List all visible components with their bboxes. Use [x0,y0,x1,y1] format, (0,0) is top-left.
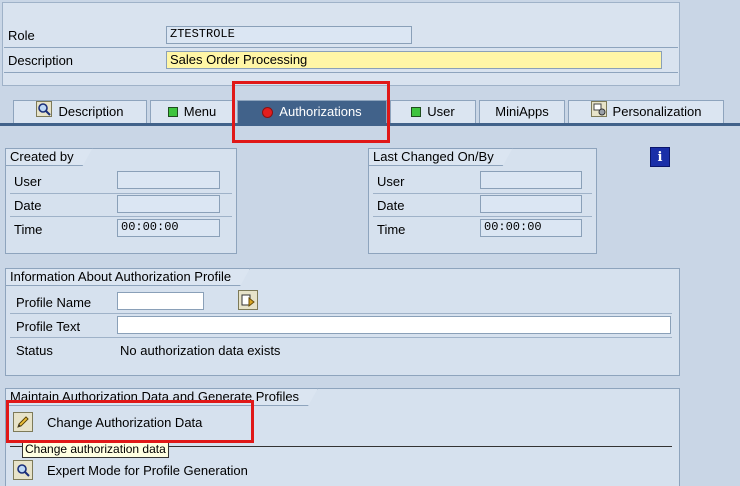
change-authorization-tooltip: Change authorization data [22,441,169,458]
status-label: Status [16,343,53,358]
row-divider [10,337,672,338]
profile-name-icon [241,294,255,308]
created-by-title: Created by [5,148,93,166]
authorizations-highlight-box [232,81,390,143]
created-user-label: User [14,174,42,189]
created-time-field[interactable]: 00:00:00 [117,219,220,237]
created-date-label: Date [14,198,42,213]
tab-miniapps-label: MiniApps [495,104,549,119]
profile-text-field[interactable] [117,316,671,334]
info-icon[interactable]: i [650,147,670,167]
tab-menu-label: Menu [183,104,217,119]
personalization-icon [590,100,607,124]
tab-personalization[interactable]: Personalization [568,100,724,123]
created-date-field[interactable] [117,195,220,213]
tab-user-label: User [427,104,455,119]
tab-description-label: Description [58,104,124,119]
tab-personalization-label: Personalization [612,104,702,119]
profile-title: Information About Authorization Profile [5,268,250,286]
tab-user[interactable]: User [390,100,476,123]
role-label: Role [8,28,35,43]
tab-menu[interactable]: Menu [150,100,234,123]
status-value: No authorization data exists [120,343,281,358]
magnifier-icon [36,100,53,124]
row-divider [373,193,592,194]
header-divider [4,47,678,48]
changed-user-field[interactable] [480,171,582,189]
expert-mode-label[interactable]: Expert Mode for Profile Generation [47,463,248,478]
profile-name-field[interactable] [117,292,204,310]
last-changed-title: Last Changed On/By [368,148,513,166]
changed-date-field[interactable] [480,195,582,213]
row-divider [10,216,232,217]
change-authorization-highlight-box [6,400,254,443]
row-divider [10,313,672,314]
tab-miniapps[interactable]: MiniApps [479,100,565,123]
magnifier-icon [17,464,30,477]
created-time-label: Time [14,222,43,237]
profile-name-label: Profile Name [16,295,92,310]
generate-profile-name-button[interactable] [238,290,258,310]
role-field[interactable]: ZTESTROLE [166,26,412,44]
profile-text-label: Profile Text [16,319,81,334]
changed-user-label: User [377,174,405,189]
role-header [2,2,680,86]
green-square-icon [411,107,422,117]
changed-time-field[interactable]: 00:00:00 [480,219,582,237]
header-divider-2 [4,72,678,73]
created-user-field[interactable] [117,171,220,189]
changed-date-label: Date [377,198,405,213]
row-divider [10,193,232,194]
description-label: Description [8,53,74,68]
changed-time-label: Time [377,222,406,237]
green-square-icon [167,107,178,117]
row-divider [373,216,592,217]
description-field[interactable]: Sales Order Processing [166,51,662,69]
expert-mode-button[interactable] [13,460,33,480]
tab-description[interactable]: Description [13,100,147,123]
